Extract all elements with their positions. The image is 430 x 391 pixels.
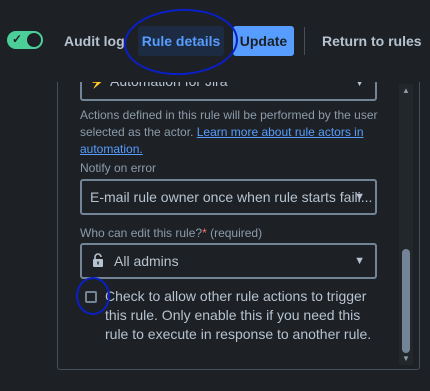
lock-icon [93, 253, 103, 267]
scrollbar-thumb[interactable] [402, 249, 410, 353]
edit-permission-select[interactable]: All admins ▼ [80, 243, 377, 279]
allow-trigger-text: Check to allow other rule actions to tri… [105, 288, 372, 342]
required-text: (required) [210, 226, 263, 240]
scroll-down-icon[interactable]: ▼ [399, 354, 413, 363]
annotation-circle [76, 277, 110, 315]
return-to-rules-button[interactable]: Return to rules [322, 26, 422, 56]
scroll-up-icon[interactable]: ▲ [399, 86, 413, 95]
rule-details-panel: ⚡ Automation for Jira ▼ Actions defined … [57, 74, 420, 370]
audit-log-button[interactable]: Audit log [64, 26, 125, 56]
chevron-down-icon: ▼ [354, 255, 365, 267]
toggle-knob [27, 33, 41, 47]
edit-permission-label-text: Who can edit this rule? [80, 226, 203, 240]
edit-permission-value: All admins [114, 253, 179, 269]
toolbar-divider [304, 27, 305, 55]
annotation-circle [122, 6, 240, 78]
edit-permission-label: Who can edit this rule?* (required) [80, 226, 262, 240]
required-asterisk: * [202, 226, 207, 240]
actor-help-text: Actions defined in this rule will be per… [80, 107, 380, 158]
check-icon: ✓ [12, 32, 23, 46]
chevron-down-icon: ▼ [354, 191, 365, 203]
notify-select[interactable]: E-mail rule owner once when rule starts … [80, 179, 377, 215]
rule-enabled-toggle[interactable]: ✓ [7, 31, 43, 49]
toolbar: ✓ Audit log Rule details Update Return t… [0, 0, 430, 82]
notify-label: Notify on error [80, 161, 157, 175]
notify-value: E-mail rule owner once when rule starts … [90, 189, 373, 205]
update-button[interactable]: Update [233, 26, 294, 56]
scrollbar[interactable]: ▲ ▼ [399, 84, 413, 365]
